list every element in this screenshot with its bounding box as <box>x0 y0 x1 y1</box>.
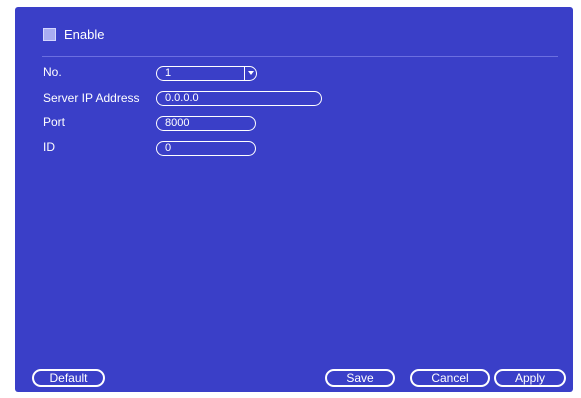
server-ip-label: Server IP Address <box>43 91 140 105</box>
enable-label: Enable <box>64 27 105 42</box>
settings-panel: Enable No. 1 Server IP Address 0.0.0.0 P… <box>15 7 573 392</box>
chevron-down-icon[interactable] <box>244 66 256 80</box>
divider <box>42 56 558 57</box>
default-button[interactable]: Default <box>32 369 105 387</box>
apply-button[interactable]: Apply <box>494 369 566 387</box>
port-input[interactable]: 8000 <box>156 116 256 131</box>
enable-row[interactable]: Enable <box>43 27 104 42</box>
cancel-button[interactable]: Cancel <box>410 369 490 387</box>
port-label: Port <box>43 115 66 129</box>
enable-checkbox[interactable] <box>43 28 56 41</box>
server-ip-input[interactable]: 0.0.0.0 <box>156 91 322 106</box>
id-input[interactable]: 0 <box>156 141 256 156</box>
id-label: ID <box>43 140 55 154</box>
save-button[interactable]: Save <box>325 369 395 387</box>
no-select[interactable]: 1 <box>156 66 257 81</box>
no-value: 1 <box>165 67 172 79</box>
no-label: No. <box>43 65 62 79</box>
